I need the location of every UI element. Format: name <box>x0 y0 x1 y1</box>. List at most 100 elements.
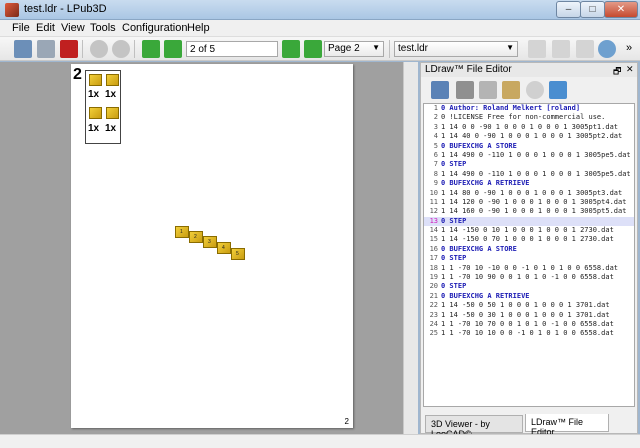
code-editor[interactable]: 10 Author: Roland Melkert [roland] 2 0 !LI… <box>423 103 635 407</box>
line-number: 11 <box>429 197 438 206</box>
line-text: 0 !LICENSE Free for non-commercial use. <box>441 113 606 122</box>
editor-line[interactable]: 81 14 490 0 -110 1 0 0 0 1 0 0 0 1 3005p… <box>424 170 634 179</box>
editor-line[interactable]: 41 14 40 0 -90 1 0 0 0 1 0 0 0 1 3005pt2… <box>424 132 634 141</box>
editor-line[interactable]: 19 1 1 -70 10 90 0 0 1 0 1 0 -1 0 0 6558.… <box>424 273 634 282</box>
editor-line[interactable]: 17 0 STEP <box>424 254 634 263</box>
editor-line[interactable]: 20 !LICENSE Free for non-commercial use. <box>424 113 634 122</box>
assembly-brick: 2 <box>189 231 203 243</box>
editor-line[interactable]: 21 0 BUFEXCHG A RETRIEVE <box>424 292 634 301</box>
maximize-button[interactable]: □ <box>580 1 605 18</box>
line-number: 12 <box>429 207 438 216</box>
cancel-icon[interactable] <box>526 81 544 99</box>
pdf-icon[interactable] <box>60 40 78 58</box>
editor-line[interactable]: 61 14 490 0 -110 1 0 0 0 1 0 0 0 1 3005p… <box>424 151 634 160</box>
page-number: 2 <box>344 417 349 426</box>
editor-line[interactable]: 16 0 BUFEXCHG A STORE <box>424 245 634 254</box>
editor-line[interactable]: 25 1 1 -70 10 10 0 0 -1 0 1 0 1 0 0 6558.… <box>424 329 634 338</box>
menu-file[interactable]: File <box>12 22 30 34</box>
editor-line[interactable]: 70 STEP <box>424 160 634 169</box>
editor-line[interactable]: 10 1 14 80 0 -90 1 0 0 0 1 0 0 0 1 3005pt… <box>424 189 634 198</box>
menu-view[interactable]: View <box>61 22 85 34</box>
editor-line[interactable]: 50 BUFEXCHG A STORE <box>424 142 634 151</box>
line-text: 0 BUFEXCHG A RETRIEVE <box>441 291 530 300</box>
toolbar-separator <box>389 40 390 58</box>
app-icon <box>5 3 19 17</box>
toolbar-separator <box>82 40 83 58</box>
first-page-icon[interactable] <box>142 40 160 58</box>
editor-line[interactable]: 12 1 14 160 0 -90 1 0 0 0 1 0 0 0 1 3005p… <box>424 207 634 216</box>
tab-3d-viewer[interactable]: 3D Viewer - by LeoCAD© <box>425 415 523 439</box>
line-text: 1 14 80 0 -90 1 0 0 0 1 0 0 0 1 3005pt3.… <box>441 188 623 197</box>
toolbar-overflow-button[interactable]: » <box>626 42 632 54</box>
editor-line[interactable]: 23 1 14 -50 0 30 1 0 0 0 1 0 0 0 1 3701.d… <box>424 311 634 320</box>
line-number: 24 <box>429 319 438 328</box>
editor-line[interactable]: 14 1 14 -150 0 10 1 0 0 0 1 0 0 0 1 2730.… <box>424 226 634 235</box>
page-number-field[interactable] <box>186 41 278 57</box>
fit-icon[interactable] <box>576 40 594 58</box>
editor-line[interactable]: 15 1 14 -150 0 70 1 0 0 0 1 0 0 0 1 2730.… <box>424 235 634 244</box>
editor-line[interactable]: 24 1 1 -70 10 70 0 0 1 0 1 0 -1 0 0 6558.… <box>424 320 634 329</box>
line-number: 1 <box>433 104 438 112</box>
close-button[interactable]: ✕ <box>604 1 638 18</box>
line-text: 0 STEP <box>441 282 467 291</box>
zoom-icon[interactable] <box>598 40 616 58</box>
line-text: 1 1 -70 10 70 0 0 1 0 1 0 -1 0 0 6558.da… <box>441 319 614 328</box>
menu-tools[interactable]: Tools <box>90 22 116 34</box>
undo-icon[interactable] <box>90 40 108 58</box>
cut-icon[interactable] <box>456 81 474 99</box>
dock-tabs: 3D Viewer - by LeoCAD© LDraw™ File Edito… <box>421 414 637 439</box>
select-all-icon[interactable] <box>431 81 449 99</box>
line-text: 0 STEP <box>441 160 467 169</box>
line-number: 14 <box>429 226 438 235</box>
next-page-icon[interactable] <box>282 40 300 58</box>
editor-line[interactable]: 90 BUFEXCHG A RETRIEVE <box>424 179 634 188</box>
previous-page-icon[interactable] <box>164 40 182 58</box>
line-text: 1 1 -70 10 -10 0 0 -1 0 1 0 1 0 0 6558.d… <box>441 263 619 272</box>
part-image <box>89 107 102 119</box>
assembly-brick: 5 <box>231 248 245 260</box>
line-text: 1 14 120 0 -90 1 0 0 0 1 0 0 0 1 3005pt4… <box>441 197 627 206</box>
editor-line[interactable]: 13 0 STEP <box>424 216 634 227</box>
line-text: 1 14 -150 0 70 1 0 0 0 1 0 0 0 1 2730.da… <box>441 235 614 244</box>
part-quantity: 1x <box>105 89 117 100</box>
minimize-button[interactable]: – <box>556 1 581 18</box>
main-toolbar: Page 2 ▼ test.ldr ▼ » <box>0 37 640 61</box>
last-page-icon[interactable] <box>304 40 322 58</box>
editor-line[interactable]: 18 1 1 -70 10 -10 0 0 -1 0 1 0 1 0 0 6558… <box>424 264 634 273</box>
float-button[interactable]: 🗗 <box>613 64 621 80</box>
menu-edit[interactable]: Edit <box>36 22 55 34</box>
editor-line[interactable]: 31 14 0 0 -90 1 0 0 0 1 0 0 0 1 3005pt1.… <box>424 123 634 132</box>
refresh-icon[interactable] <box>549 81 567 99</box>
export-icon[interactable] <box>37 40 55 58</box>
line-number: 23 <box>429 310 438 319</box>
menu-configuration[interactable]: Configuration <box>122 22 187 34</box>
menu-help[interactable]: Help <box>187 22 210 34</box>
step-number: 2 <box>73 66 82 83</box>
open-icon[interactable] <box>14 40 32 58</box>
line-text: 1 1 -70 10 10 0 0 -1 0 1 0 1 0 0 6558.da… <box>441 329 614 338</box>
tab-file-editor[interactable]: LDraw™ File Editor <box>525 414 609 437</box>
assembly-brick: 3 <box>203 236 217 248</box>
line-number: 15 <box>429 235 438 244</box>
chevron-down-icon: ▼ <box>506 43 514 52</box>
rotate-right-icon[interactable] <box>552 40 570 58</box>
dock-close-button[interactable]: ✕ <box>626 64 634 75</box>
editor-line[interactable]: 11 1 14 120 0 -90 1 0 0 0 1 0 0 0 1 3005p… <box>424 198 634 207</box>
line-number: 3 <box>433 122 438 131</box>
line-text: 1 14 0 0 -90 1 0 0 0 1 0 0 0 1 3005pt1.d… <box>441 122 619 131</box>
editor-line[interactable]: 22 1 14 -50 0 50 1 0 0 0 1 0 0 0 1 3701.d… <box>424 301 634 310</box>
paste-icon[interactable] <box>502 81 520 99</box>
file-select[interactable]: test.ldr ▼ <box>394 41 518 57</box>
page-select[interactable]: Page 2 ▼ <box>324 41 384 57</box>
rotate-icon[interactable] <box>528 40 546 58</box>
vertical-scrollbar[interactable] <box>403 62 418 434</box>
line-number: 20 <box>429 282 438 291</box>
editor-line[interactable]: 10 Author: Roland Melkert [roland] <box>424 104 634 113</box>
copy-icon[interactable] <box>479 81 497 99</box>
page-view: 2 1x 1x 1x 1x 1 2 3 4 5 2 <box>0 62 418 434</box>
line-text: 0 BUFEXCHG A STORE <box>441 244 517 253</box>
redo-icon[interactable] <box>112 40 130 58</box>
assembly-brick: 4 <box>217 242 231 254</box>
line-number: 10 <box>429 188 438 197</box>
editor-line[interactable]: 20 0 STEP <box>424 282 634 291</box>
